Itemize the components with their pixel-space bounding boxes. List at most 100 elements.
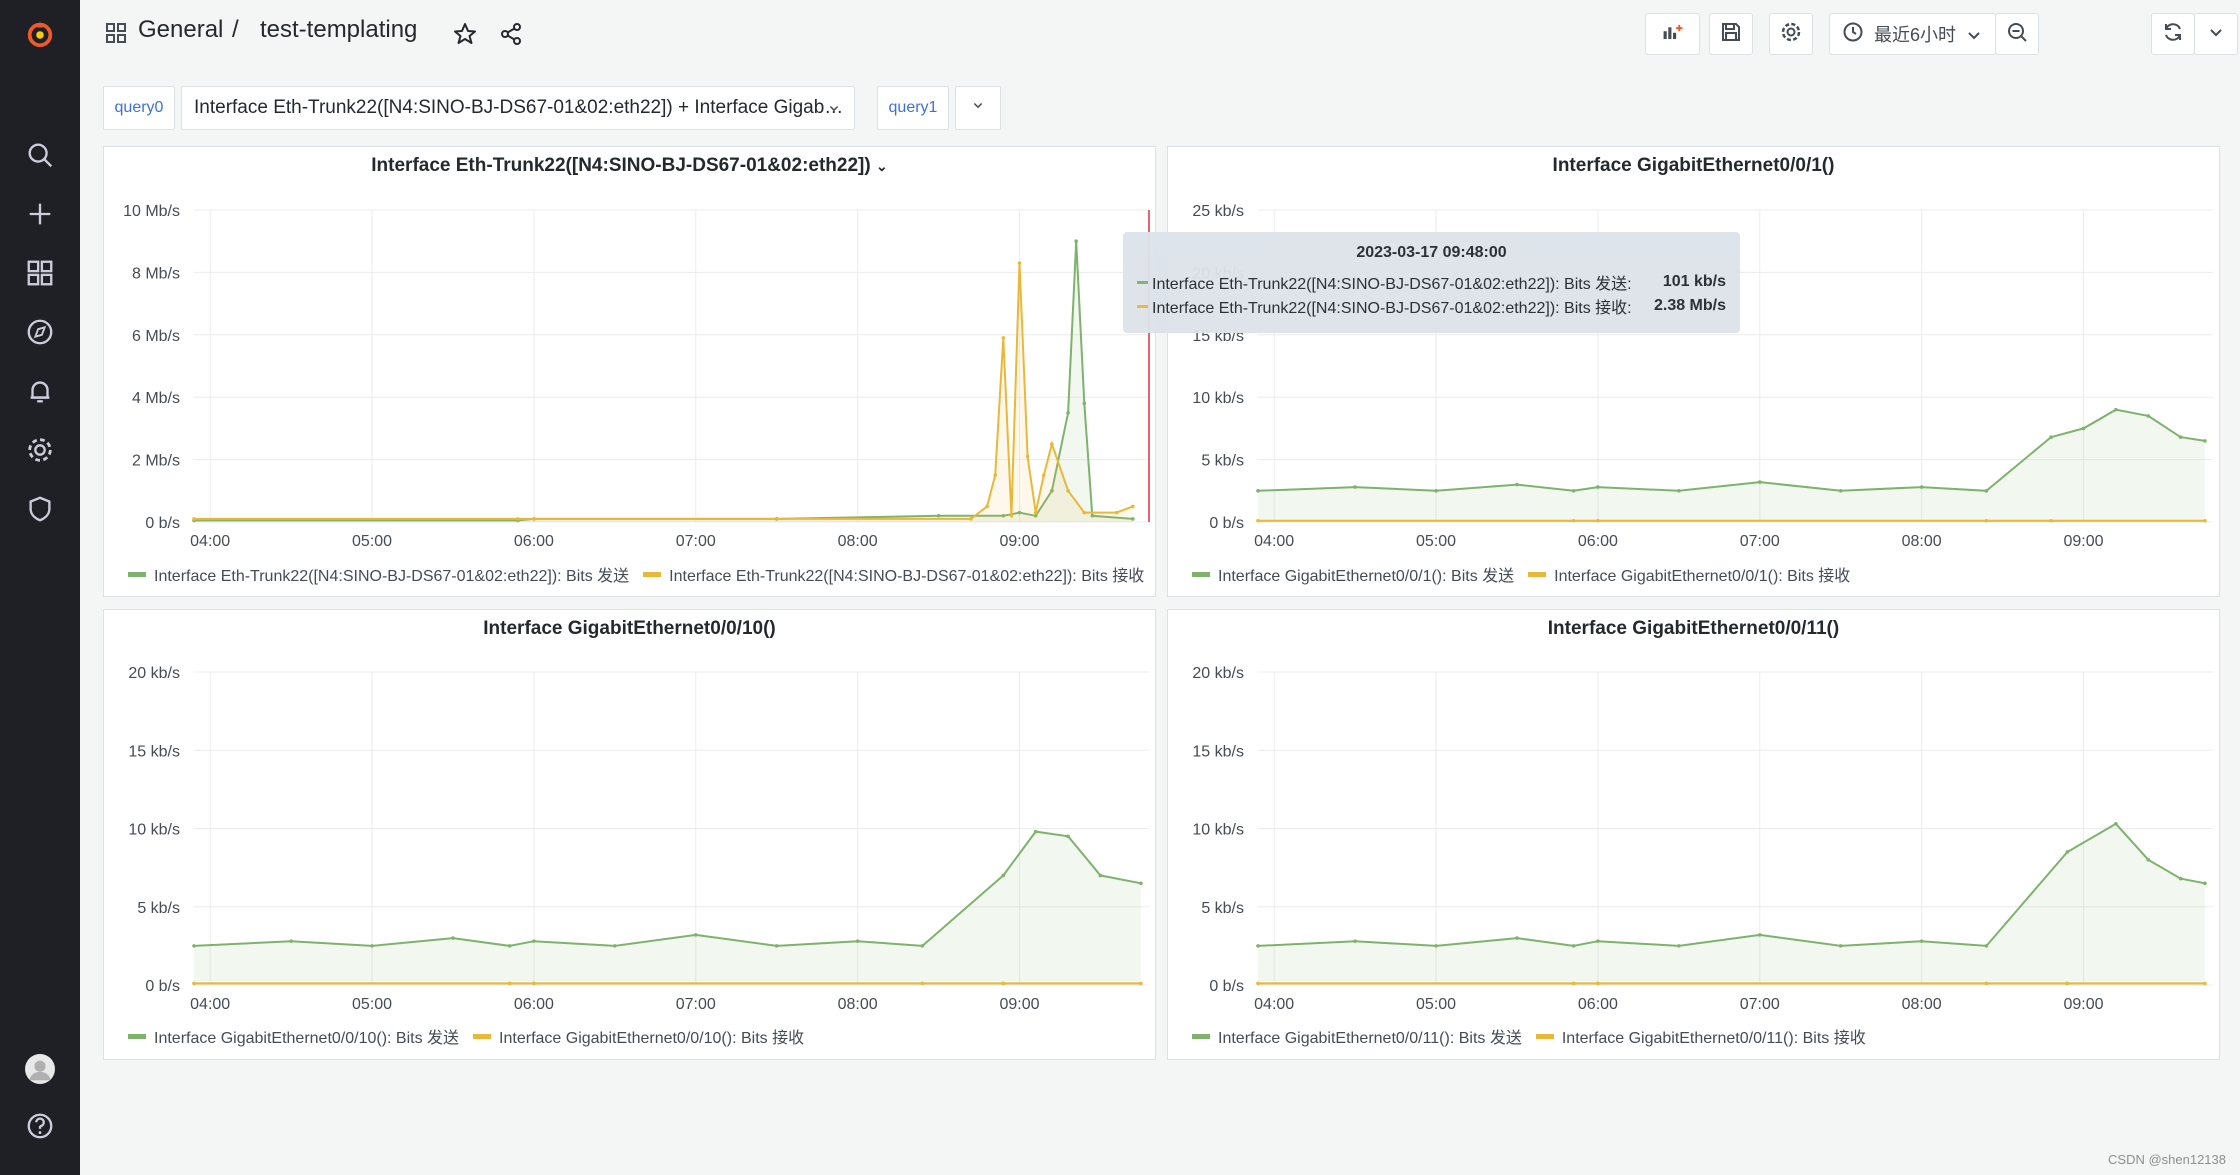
share-icon[interactable] bbox=[499, 22, 523, 46]
data-point bbox=[1596, 519, 1600, 523]
data-point bbox=[1758, 480, 1762, 484]
legend-label: Interface GigabitEthernet0/0/1(): Bits 发… bbox=[1218, 562, 1514, 586]
star-icon[interactable] bbox=[453, 22, 477, 46]
data-point bbox=[1256, 982, 1260, 986]
y-tick-label: 0 b/s bbox=[145, 515, 180, 532]
legend-label: Interface GigabitEthernet0/0/11(): Bits … bbox=[1218, 1024, 1522, 1048]
series-area-send bbox=[194, 241, 1133, 522]
chart-area[interactable]: 0 b/s5 kb/s10 kb/s15 kb/s20 kb/s04:0005:… bbox=[104, 610, 1157, 1061]
data-point bbox=[1034, 511, 1038, 515]
breadcrumb-folder[interactable]: General bbox=[138, 16, 223, 44]
zoom-out-button[interactable] bbox=[1995, 13, 2039, 55]
legend-item-recv[interactable]: Interface GigabitEthernet0/0/1(): Bits 接… bbox=[1528, 562, 1850, 586]
x-tick-label: 08:00 bbox=[1902, 533, 1942, 550]
data-point bbox=[775, 944, 779, 948]
x-tick-label: 06:00 bbox=[1578, 996, 1618, 1013]
variable-select-query1[interactable] bbox=[955, 86, 1001, 130]
variable-select-query0[interactable]: Interface Eth-Trunk22([N4:SINO-BJ-DS67-0… bbox=[181, 86, 855, 130]
chart-area[interactable]: 0 b/s5 kb/s10 kb/s15 kb/s20 kb/s25 kb/s0… bbox=[1168, 147, 2221, 598]
variable-label-query0: query0 bbox=[103, 86, 175, 130]
y-tick-label: 6 Mb/s bbox=[132, 328, 180, 345]
legend-item-send[interactable]: Interface GigabitEthernet0/0/1(): Bits 发… bbox=[1192, 562, 1514, 586]
y-tick-label: 5 kb/s bbox=[1201, 453, 1244, 470]
chevron-down-icon bbox=[1963, 24, 1985, 51]
dashboards-icon[interactable] bbox=[20, 253, 60, 293]
zoom-out-icon bbox=[2006, 21, 2028, 48]
legend-item-recv[interactable]: Interface Eth-Trunk22([N4:SINO-BJ-DS67-0… bbox=[643, 562, 1144, 586]
legend-item-recv[interactable]: Interface GigabitEthernet0/0/11(): Bits … bbox=[1536, 1024, 1866, 1048]
data-point bbox=[2203, 982, 2207, 986]
chart-area[interactable]: 0 b/s2 Mb/s4 Mb/s6 Mb/s8 Mb/s10 Mb/s04:0… bbox=[104, 147, 1157, 598]
x-tick-label: 09:00 bbox=[999, 533, 1039, 550]
tooltip-swatch bbox=[1137, 281, 1148, 284]
graph-panel-eth-trunk22[interactable]: Interface Eth-Trunk22([N4:SINO-BJ-DS67-0… bbox=[103, 146, 1156, 597]
data-point bbox=[1002, 874, 1006, 878]
x-tick-label: 04:00 bbox=[190, 996, 230, 1013]
data-point bbox=[1677, 944, 1681, 948]
legend-item-recv[interactable]: Interface GigabitEthernet0/0/10(): Bits … bbox=[473, 1024, 804, 1048]
x-tick-label: 04:00 bbox=[1254, 996, 1294, 1013]
gear-icon[interactable] bbox=[20, 430, 60, 470]
plus-icon[interactable] bbox=[20, 194, 60, 234]
refresh-interval-dropdown[interactable] bbox=[2194, 13, 2238, 55]
data-point bbox=[2146, 414, 2150, 418]
y-tick-label: 0 b/s bbox=[145, 978, 180, 995]
data-point bbox=[532, 939, 536, 943]
graph-panel-gigabitethernet-0-0-1[interactable]: Interface GigabitEthernet0/0/1() 0 b/s5 … bbox=[1167, 146, 2220, 597]
panel-legend: Interface GigabitEthernet0/0/11(): Bits … bbox=[1192, 1024, 2209, 1048]
y-tick-label: 10 Mb/s bbox=[123, 203, 180, 220]
data-point bbox=[1256, 489, 1260, 493]
grafana-logo-icon[interactable] bbox=[20, 14, 60, 54]
data-point bbox=[1050, 442, 1054, 446]
top-navbar: General / test-templating 最近6小时 bbox=[80, 0, 2240, 66]
legend-item-send[interactable]: Interface Eth-Trunk22([N4:SINO-BJ-DS67-0… bbox=[128, 562, 629, 586]
data-point bbox=[1434, 944, 1438, 948]
breadcrumb-dashboard-title[interactable]: test-templating bbox=[260, 16, 417, 44]
search-icon[interactable] bbox=[20, 135, 60, 175]
time-picker-button[interactable]: 最近6小时 bbox=[1829, 13, 1996, 55]
save-dashboard-button[interactable] bbox=[1709, 13, 1753, 55]
data-point bbox=[1256, 519, 1260, 523]
legend-item-send[interactable]: Interface GigabitEthernet0/0/10(): Bits … bbox=[128, 1024, 459, 1048]
y-tick-label: 5 kb/s bbox=[137, 900, 180, 917]
legend-item-send[interactable]: Interface GigabitEthernet0/0/11(): Bits … bbox=[1192, 1024, 1522, 1048]
data-point bbox=[1139, 881, 1143, 885]
x-tick-label: 06:00 bbox=[1578, 533, 1618, 550]
shield-icon[interactable] bbox=[20, 489, 60, 529]
series-line-send bbox=[194, 241, 1133, 520]
data-point bbox=[2049, 519, 2053, 523]
graph-panel-gigabitethernet-0-0-10[interactable]: Interface GigabitEthernet0/0/10() 0 b/s5… bbox=[103, 609, 1156, 1060]
breadcrumb-separator: / bbox=[232, 16, 239, 44]
data-point bbox=[508, 944, 512, 948]
chart-area[interactable]: 0 b/s5 kb/s10 kb/s15 kb/s20 kb/s04:0005:… bbox=[1168, 610, 2221, 1061]
avatar[interactable] bbox=[20, 1049, 60, 1089]
variable-label-query1: query1 bbox=[877, 86, 949, 130]
alert-bell-icon[interactable] bbox=[20, 371, 60, 411]
data-point bbox=[969, 517, 973, 521]
data-point bbox=[1515, 483, 1519, 487]
explore-icon[interactable] bbox=[20, 312, 60, 352]
legend-swatch bbox=[128, 572, 146, 577]
data-point bbox=[508, 982, 512, 986]
x-tick-label: 04:00 bbox=[1254, 533, 1294, 550]
legend-label: Interface GigabitEthernet0/0/10(): Bits … bbox=[154, 1024, 459, 1048]
data-point bbox=[921, 944, 925, 948]
series-area-recv bbox=[194, 263, 1133, 522]
x-tick-label: 08:00 bbox=[1902, 996, 1942, 1013]
x-tick-label: 05:00 bbox=[1416, 996, 1456, 1013]
data-point bbox=[1066, 489, 1070, 493]
refresh-button[interactable] bbox=[2151, 13, 2195, 55]
add-panel-button[interactable] bbox=[1645, 13, 1700, 55]
y-tick-label: 25 kb/s bbox=[1192, 203, 1244, 220]
data-point bbox=[1002, 336, 1006, 340]
help-icon[interactable] bbox=[20, 1106, 60, 1146]
legend-label: Interface GigabitEthernet0/0/1(): Bits 接… bbox=[1554, 562, 1850, 586]
data-point bbox=[1596, 939, 1600, 943]
x-tick-label: 06:00 bbox=[514, 996, 554, 1013]
data-point bbox=[1066, 835, 1070, 839]
graph-panel-gigabitethernet-0-0-11[interactable]: Interface GigabitEthernet0/0/11() 0 b/s5… bbox=[1167, 609, 2220, 1060]
dashboard-settings-button[interactable] bbox=[1769, 13, 1813, 55]
data-point bbox=[2066, 850, 2070, 854]
y-tick-label: 20 kb/s bbox=[1192, 665, 1244, 682]
data-point bbox=[1572, 944, 1576, 948]
